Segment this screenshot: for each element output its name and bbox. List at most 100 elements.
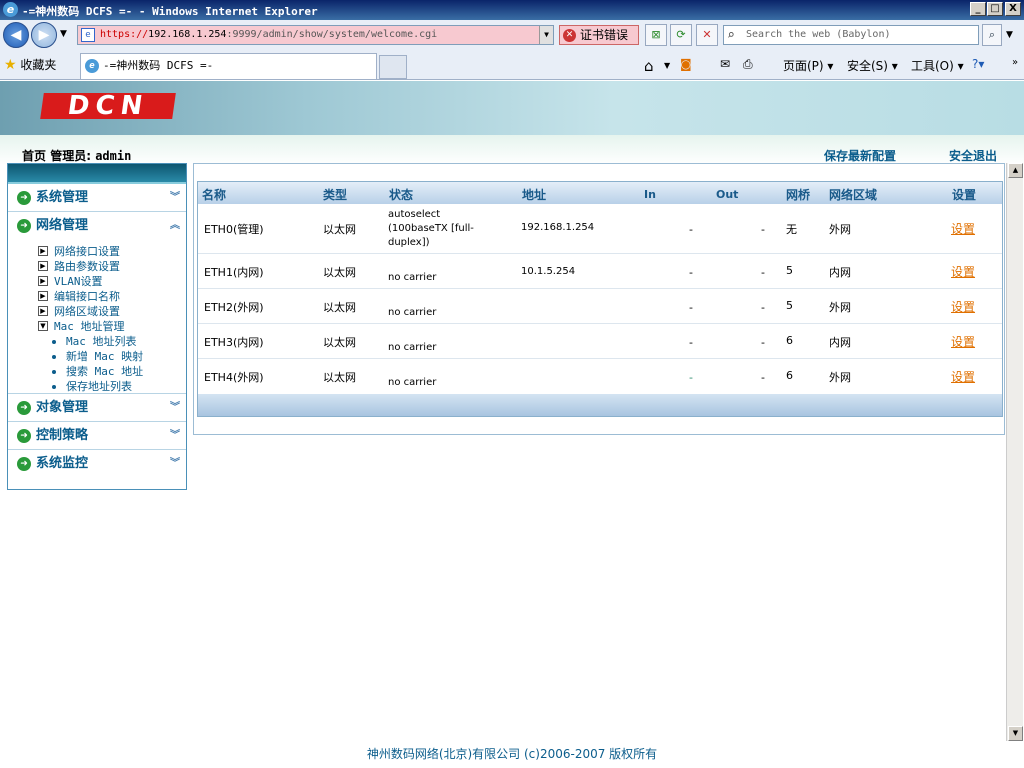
favorites-button[interactable]: ★ 收藏夹 (4, 56, 56, 73)
cell-type: 以太网 (323, 223, 356, 236)
settings-link[interactable]: 设置 (951, 263, 975, 280)
sidebar-section-policy[interactable]: ➜ 控制策略 ︾ (8, 422, 186, 450)
certificate-error-button[interactable]: ✕ 证书错误 (559, 25, 639, 45)
cell-type: 以太网 (323, 336, 356, 349)
safety-menu[interactable]: 安全(S) ▾ (847, 57, 898, 74)
tools-menu[interactable]: 工具(O) ▾ (911, 57, 964, 74)
history-dropdown-icon[interactable]: ▼ (60, 29, 67, 39)
vertical-scrollbar[interactable]: ▲ ▼ (1006, 163, 1023, 741)
col-address: 地址 (522, 188, 547, 202)
section-label: 网络管理 (36, 218, 89, 233)
sidebar-item-vlan[interactable]: ▶ VLAN设置 (8, 274, 186, 289)
sidebar-item-zone[interactable]: ▶ 网络区域设置 (8, 304, 186, 319)
col-bridge: 网桥 (786, 188, 811, 202)
sidebar-item-mac[interactable]: ▼ Mac 地址管理 (8, 319, 186, 334)
cell-status: no carrier (388, 272, 437, 283)
home-icon[interactable]: ⌂ (644, 57, 654, 75)
item-label: 路由参数设置 (54, 260, 120, 273)
back-button[interactable]: ◀ (3, 22, 29, 48)
sidebar-section-system[interactable]: ➜ 系统管理 ︾ (8, 184, 186, 212)
chevron-down-icon[interactable]: ︾ (170, 422, 180, 450)
chevron-down-icon[interactable]: ︾ (170, 394, 180, 422)
search-icon: ⌕ (727, 28, 735, 43)
stop-icon[interactable]: ✕ (696, 24, 718, 46)
sidebar-item-routing[interactable]: ▶ 路由参数设置 (8, 259, 186, 274)
search-input[interactable]: ⌕ Search the web (Babylon) (723, 25, 979, 45)
col-zone: 网络区域 (829, 188, 878, 202)
arrow-circle-icon: ➜ (17, 457, 31, 471)
sidebar-item-interface[interactable]: ▶ 网络接口设置 (8, 244, 186, 259)
col-status: 状态 (389, 188, 414, 202)
close-window-button[interactable]: X (1005, 2, 1021, 16)
address-input[interactable]: e https://192.168.1.254:9999/admin/show/s… (77, 25, 554, 45)
ie-page-icon: e (85, 59, 99, 73)
help-icon[interactable]: ?▾ (972, 57, 984, 71)
sidebar-item-mac-save[interactable]: 保存地址列表 (8, 379, 186, 394)
cell-zone: 内网 (829, 266, 851, 279)
chevron-down-icon[interactable]: ︾ (170, 184, 180, 212)
forward-button[interactable]: ▶ (31, 22, 57, 48)
dcn-logo: DCN (40, 91, 176, 121)
col-in: In (644, 188, 656, 201)
chevron-up-icon[interactable]: ︽ (170, 212, 180, 240)
sidebar-section-monitor[interactable]: ➜ 系统监控 ︾ (8, 450, 186, 478)
cell-in: - (689, 223, 693, 236)
sidebar-item-mac-search[interactable]: 搜索 Mac 地址 (8, 364, 186, 379)
cell-bridge: 5 (786, 264, 793, 277)
sidebar-section-network[interactable]: ➜ 网络管理 ︽ (8, 212, 186, 240)
cell-address: 192.168.1.254 (521, 222, 595, 233)
home-link[interactable]: 首页 (22, 149, 46, 163)
cell-bridge: 6 (786, 369, 793, 382)
sidebar: ➜ 系统管理 ︾ ➜ 网络管理 ︽ ▶ 网络接口设置 ▶ 路由参数设置 ▶ VLAN设置 … (7, 163, 187, 490)
cell-out: - (761, 266, 765, 279)
table-footer (198, 394, 1002, 416)
table-row: ETH2(外网) 以太网 no carrier - - 5 外网 设置 (198, 289, 1002, 324)
cell-address: 10.1.5.254 (521, 266, 576, 277)
print-icon[interactable]: ⎙ (743, 57, 753, 72)
cell-zone: 外网 (829, 371, 851, 384)
window-title: -=神州数码 DCFS =- - Windows Internet Explor… (22, 5, 318, 18)
settings-link[interactable]: 设置 (951, 220, 975, 237)
minimize-button[interactable]: _ (970, 2, 986, 16)
home-dropdown-icon[interactable]: ▼ (664, 61, 670, 70)
feeds-icon[interactable]: ◙ (680, 57, 692, 71)
chevron-right-icon[interactable]: » (1012, 57, 1018, 68)
window-titlebar: e -=神州数码 DCFS =- - Windows Internet Expl… (0, 0, 1024, 20)
col-name: 名称 (202, 188, 227, 202)
section-label: 对象管理 (36, 400, 89, 415)
table-row: ETH4(外网) 以太网 no carrier - - 6 外网 设置 (198, 359, 1002, 394)
chevron-down-icon[interactable]: ︾ (170, 450, 180, 478)
item-label: 编辑接口名称 (54, 290, 120, 303)
settings-link[interactable]: 设置 (951, 368, 975, 385)
item-label: 网络区域设置 (54, 305, 120, 318)
new-tab-button[interactable] (379, 55, 407, 79)
page-menu[interactable]: 页面(P) ▾ (783, 57, 833, 74)
sidebar-item-edit-name[interactable]: ▶ 编辑接口名称 (8, 289, 186, 304)
search-go-icon[interactable]: ⌕ (982, 24, 1002, 46)
arrow-circle-icon: ➜ (17, 429, 31, 443)
maximize-button[interactable]: □ (987, 2, 1003, 16)
scroll-up-icon[interactable]: ▲ (1008, 163, 1023, 178)
compatibility-icon[interactable]: ⊠ (645, 24, 667, 46)
search-options-icon[interactable]: ▼ (1006, 30, 1013, 40)
tools-menu-label: 工具(O) (911, 59, 954, 73)
sidebar-section-objects[interactable]: ➜ 对象管理 ︾ (8, 394, 186, 422)
browser-tab[interactable]: e -=神州数码 DCFS =- (80, 53, 377, 79)
address-dropdown-icon[interactable]: ▼ (539, 26, 553, 44)
save-config-link[interactable]: 保存最新配置 (824, 147, 896, 164)
safety-menu-label: 安全(S) (847, 59, 888, 73)
mail-icon[interactable]: ✉ (720, 57, 730, 71)
settings-link[interactable]: 设置 (951, 333, 975, 350)
main-panel: 名称 类型 状态 地址 In Out 网桥 网络区域 设置 ETH0(管理) 以… (193, 163, 1005, 435)
refresh-icon[interactable]: ⟳ (670, 24, 692, 46)
cell-in: - (689, 301, 693, 314)
cell-zone: 外网 (829, 223, 851, 236)
logout-link[interactable]: 安全退出 (949, 147, 997, 164)
section-label: 系统监控 (36, 456, 89, 471)
sidebar-item-mac-list[interactable]: Mac 地址列表 (8, 334, 186, 349)
app-banner: DCN (0, 81, 1024, 135)
cert-error-label: 证书错误 (580, 28, 629, 42)
sidebar-item-mac-add[interactable]: 新增 Mac 映射 (8, 349, 186, 364)
settings-link[interactable]: 设置 (951, 298, 975, 315)
scroll-down-icon[interactable]: ▼ (1008, 726, 1023, 741)
